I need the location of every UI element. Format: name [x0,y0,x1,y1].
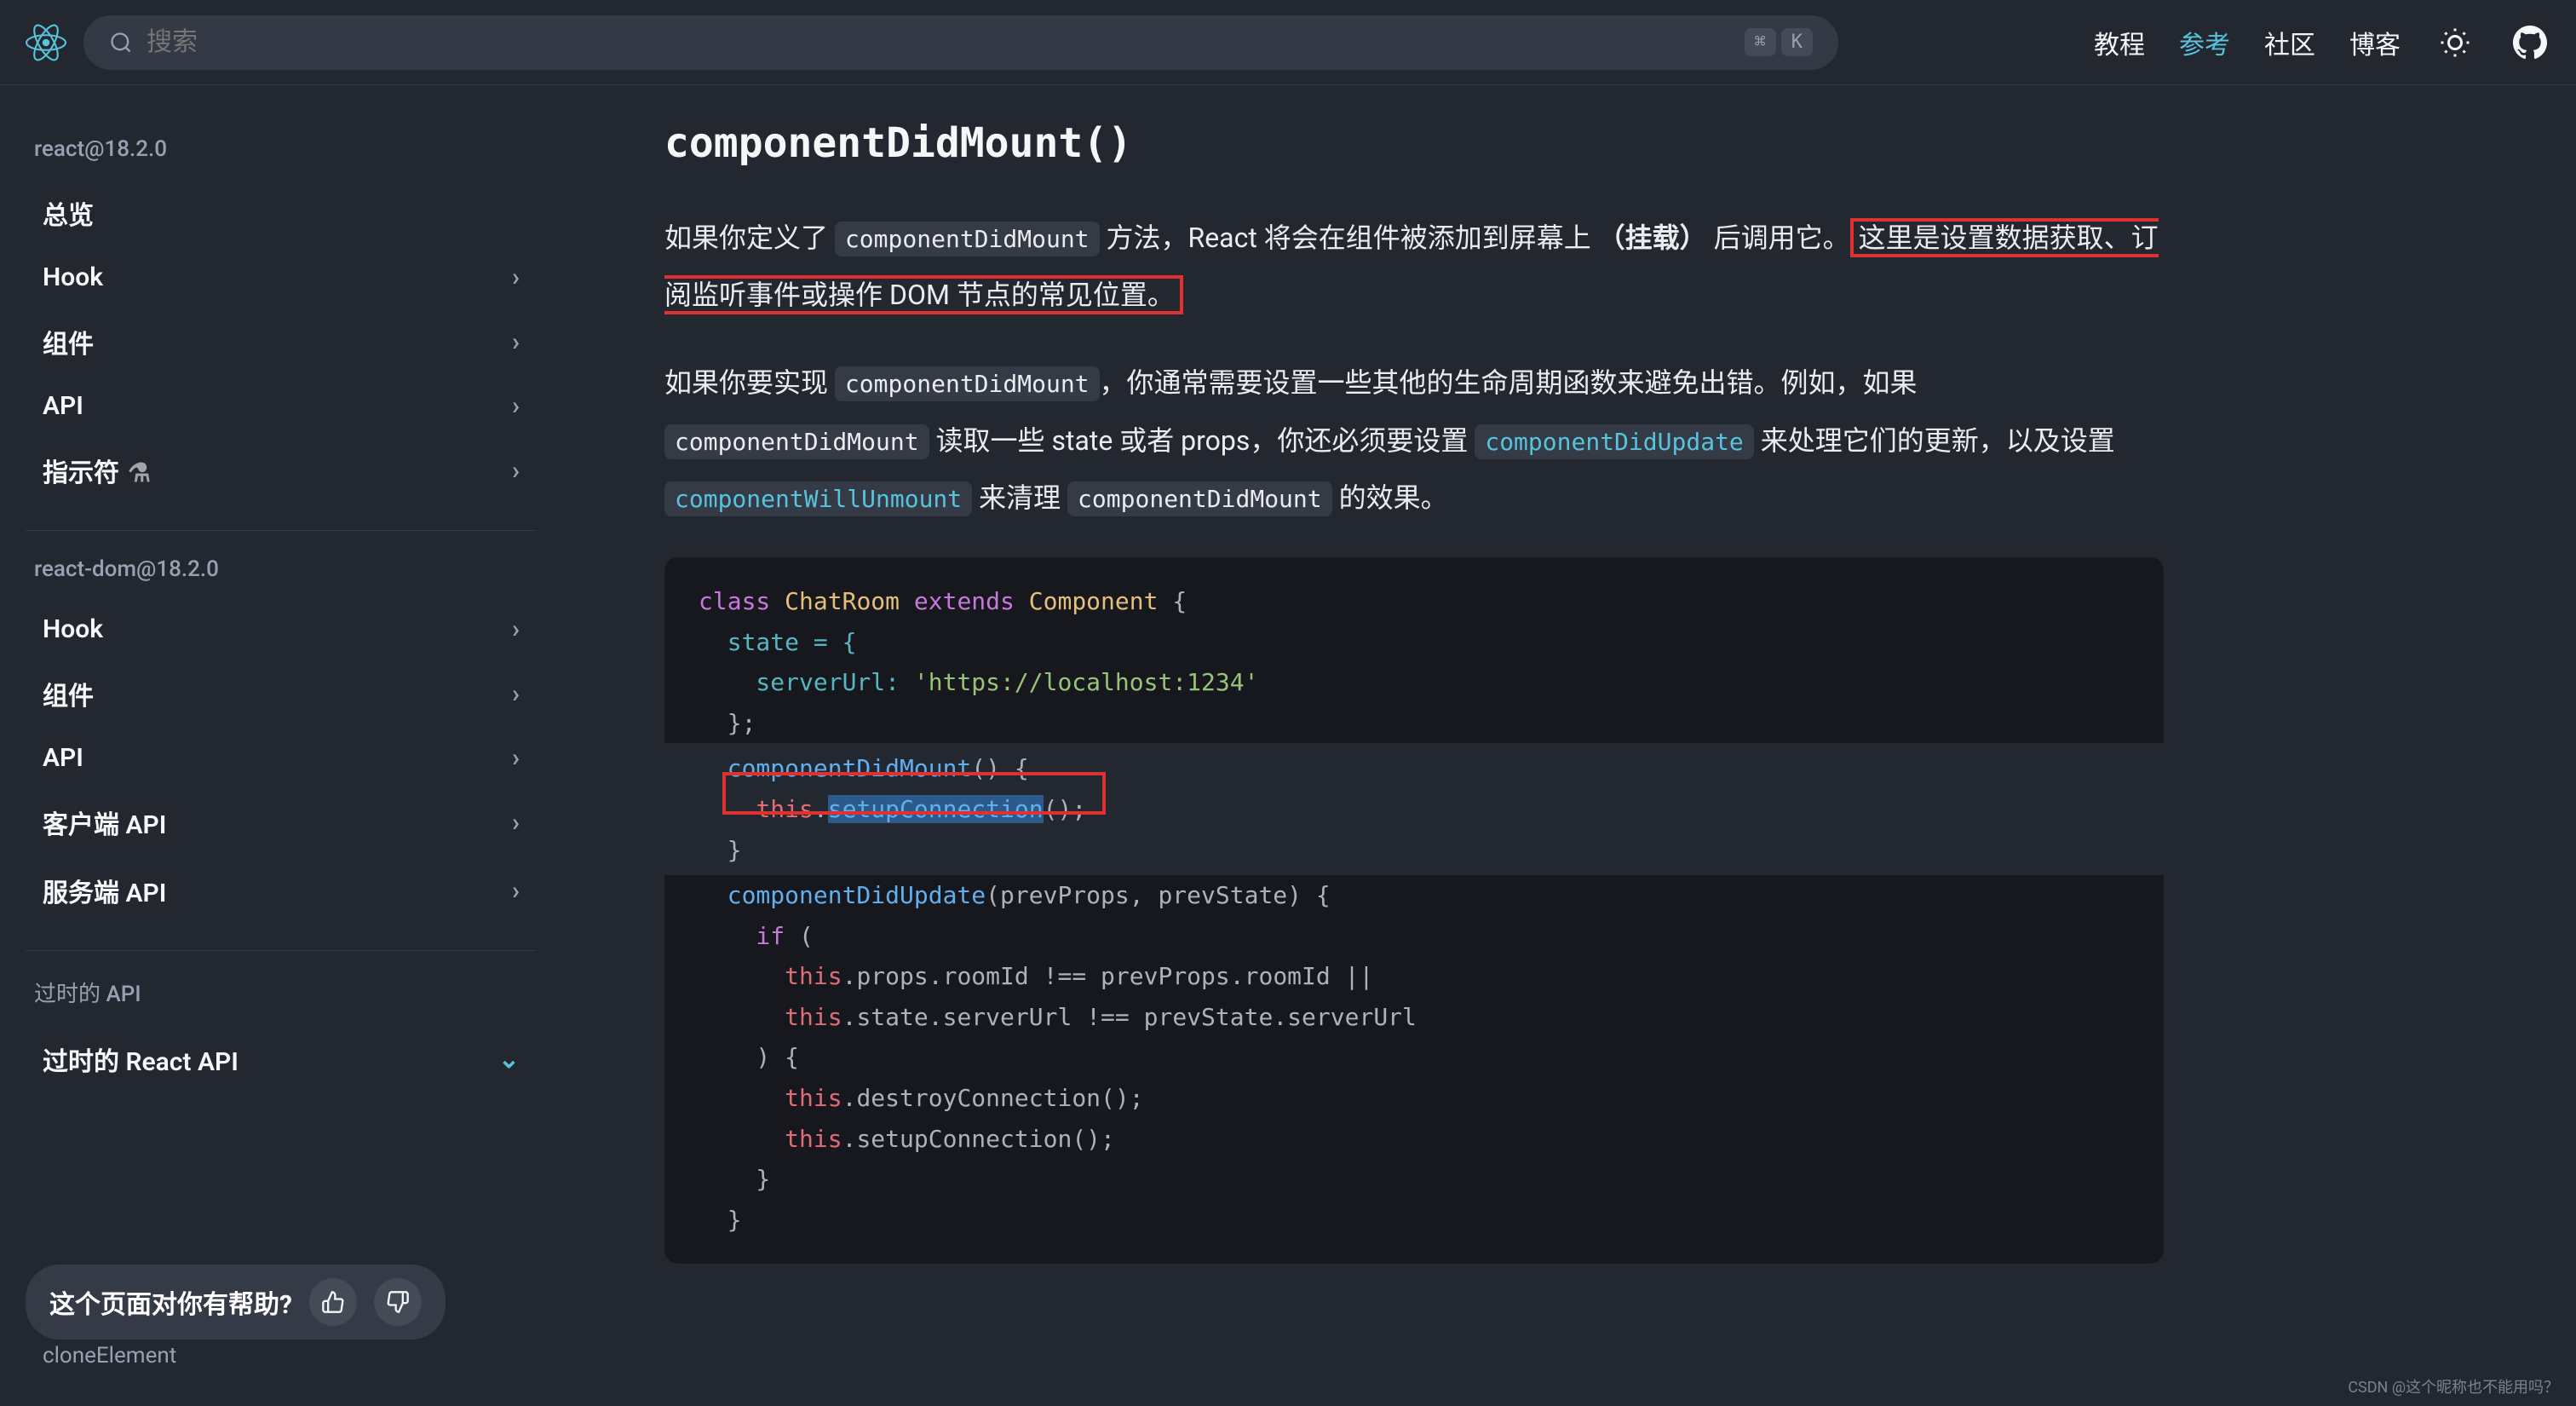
search-bar[interactable]: ⌘K [83,15,1838,70]
code-block: class ChatRoom extends Component { state… [664,557,2164,1265]
nav-blog[interactable]: 博客 [2349,24,2401,61]
chevron-right-icon: › [512,743,520,773]
section-label-react: react@18.2.0 [34,136,537,162]
sidebar-item-server-api[interactable]: 服务端 API› [26,856,537,925]
paragraph-1: 如果你定义了 componentDidMount 方法，React 将会在组件被… [664,210,2164,324]
section-label-legacy: 过时的 API [34,977,537,1008]
sidebar-item-dom-hook[interactable]: Hook› [26,599,537,660]
react-logo[interactable] [26,22,66,63]
sidebar-item-components[interactable]: 组件› [26,308,537,376]
nav-tutorial[interactable]: 教程 [2094,24,2145,61]
link-componentwillunmount[interactable]: componentWillUnmount [664,481,972,516]
nav-community[interactable]: 社区 [2264,24,2315,61]
watermark: CSDN @这个昵称也不能用吗？ [2348,1375,2559,1397]
chevron-right-icon: › [512,262,520,292]
theme-toggle[interactable] [2435,22,2475,63]
github-link[interactable] [2510,22,2550,63]
nav-reference[interactable]: 参考 [2179,24,2230,61]
sidebar-item-legacy-react-api[interactable]: 过时的 React API⌄ [26,1025,537,1093]
sidebar-item-dom-api[interactable]: API› [26,728,537,788]
chevron-right-icon: › [512,614,520,644]
feedback-box: 这个页面对你有帮助? [26,1265,446,1340]
sidebar-item-hook[interactable]: Hook› [26,247,537,308]
sidebar-truncated-item[interactable]: cloneElement [26,1340,537,1372]
feedback-text: 这个页面对你有帮助? [49,1283,292,1321]
thumbs-down-icon [386,1290,410,1314]
sidebar: react@18.2.0 总览 Hook› 组件› API› 指示符⚗› rea… [0,85,562,1406]
chevron-right-icon: › [512,327,520,357]
chevron-right-icon: › [512,456,520,486]
sidebar-item-dom-components[interactable]: 组件› [26,660,537,728]
sidebar-item-client-api[interactable]: 客户端 API› [26,788,537,856]
link-componentdidupdate[interactable]: componentDidUpdate [1475,424,1753,459]
chevron-right-icon: › [512,876,520,906]
github-icon [2513,26,2547,60]
thumbs-up-icon [321,1290,345,1314]
paragraph-2: 如果你要实现 componentDidMount，你通常需要设置一些其他的生命周… [664,354,2164,527]
thumbs-up-button[interactable] [309,1278,357,1326]
search-icon [109,31,133,55]
header: ⌘K 教程 参考 社区 博客 [0,0,2576,85]
code-highlighted-region: componentDidMount() { this.setupConnecti… [664,743,2164,875]
divider [26,530,537,531]
chevron-right-icon: › [512,808,520,838]
chevron-right-icon: › [512,391,520,421]
sidebar-item-overview[interactable]: 总览 [26,179,537,247]
sidebar-item-api[interactable]: API› [26,376,537,436]
divider [26,950,537,951]
content: componentDidMount() 如果你定义了 componentDidM… [562,85,2576,1406]
search-kbd-hint: ⌘K [1745,28,1814,56]
page-title: componentDidMount() [664,119,2525,167]
sun-icon [2440,27,2470,58]
nav-links: 教程 参考 社区 博客 [2094,22,2550,63]
flask-icon: ⚗ [128,458,151,488]
sidebar-item-directives[interactable]: 指示符⚗› [26,436,537,504]
thumbs-down-button[interactable] [374,1278,422,1326]
chevron-down-icon: ⌄ [498,1045,520,1075]
search-input[interactable] [147,28,1745,57]
section-label-react-dom: react-dom@18.2.0 [34,556,537,582]
chevron-right-icon: › [512,679,520,709]
